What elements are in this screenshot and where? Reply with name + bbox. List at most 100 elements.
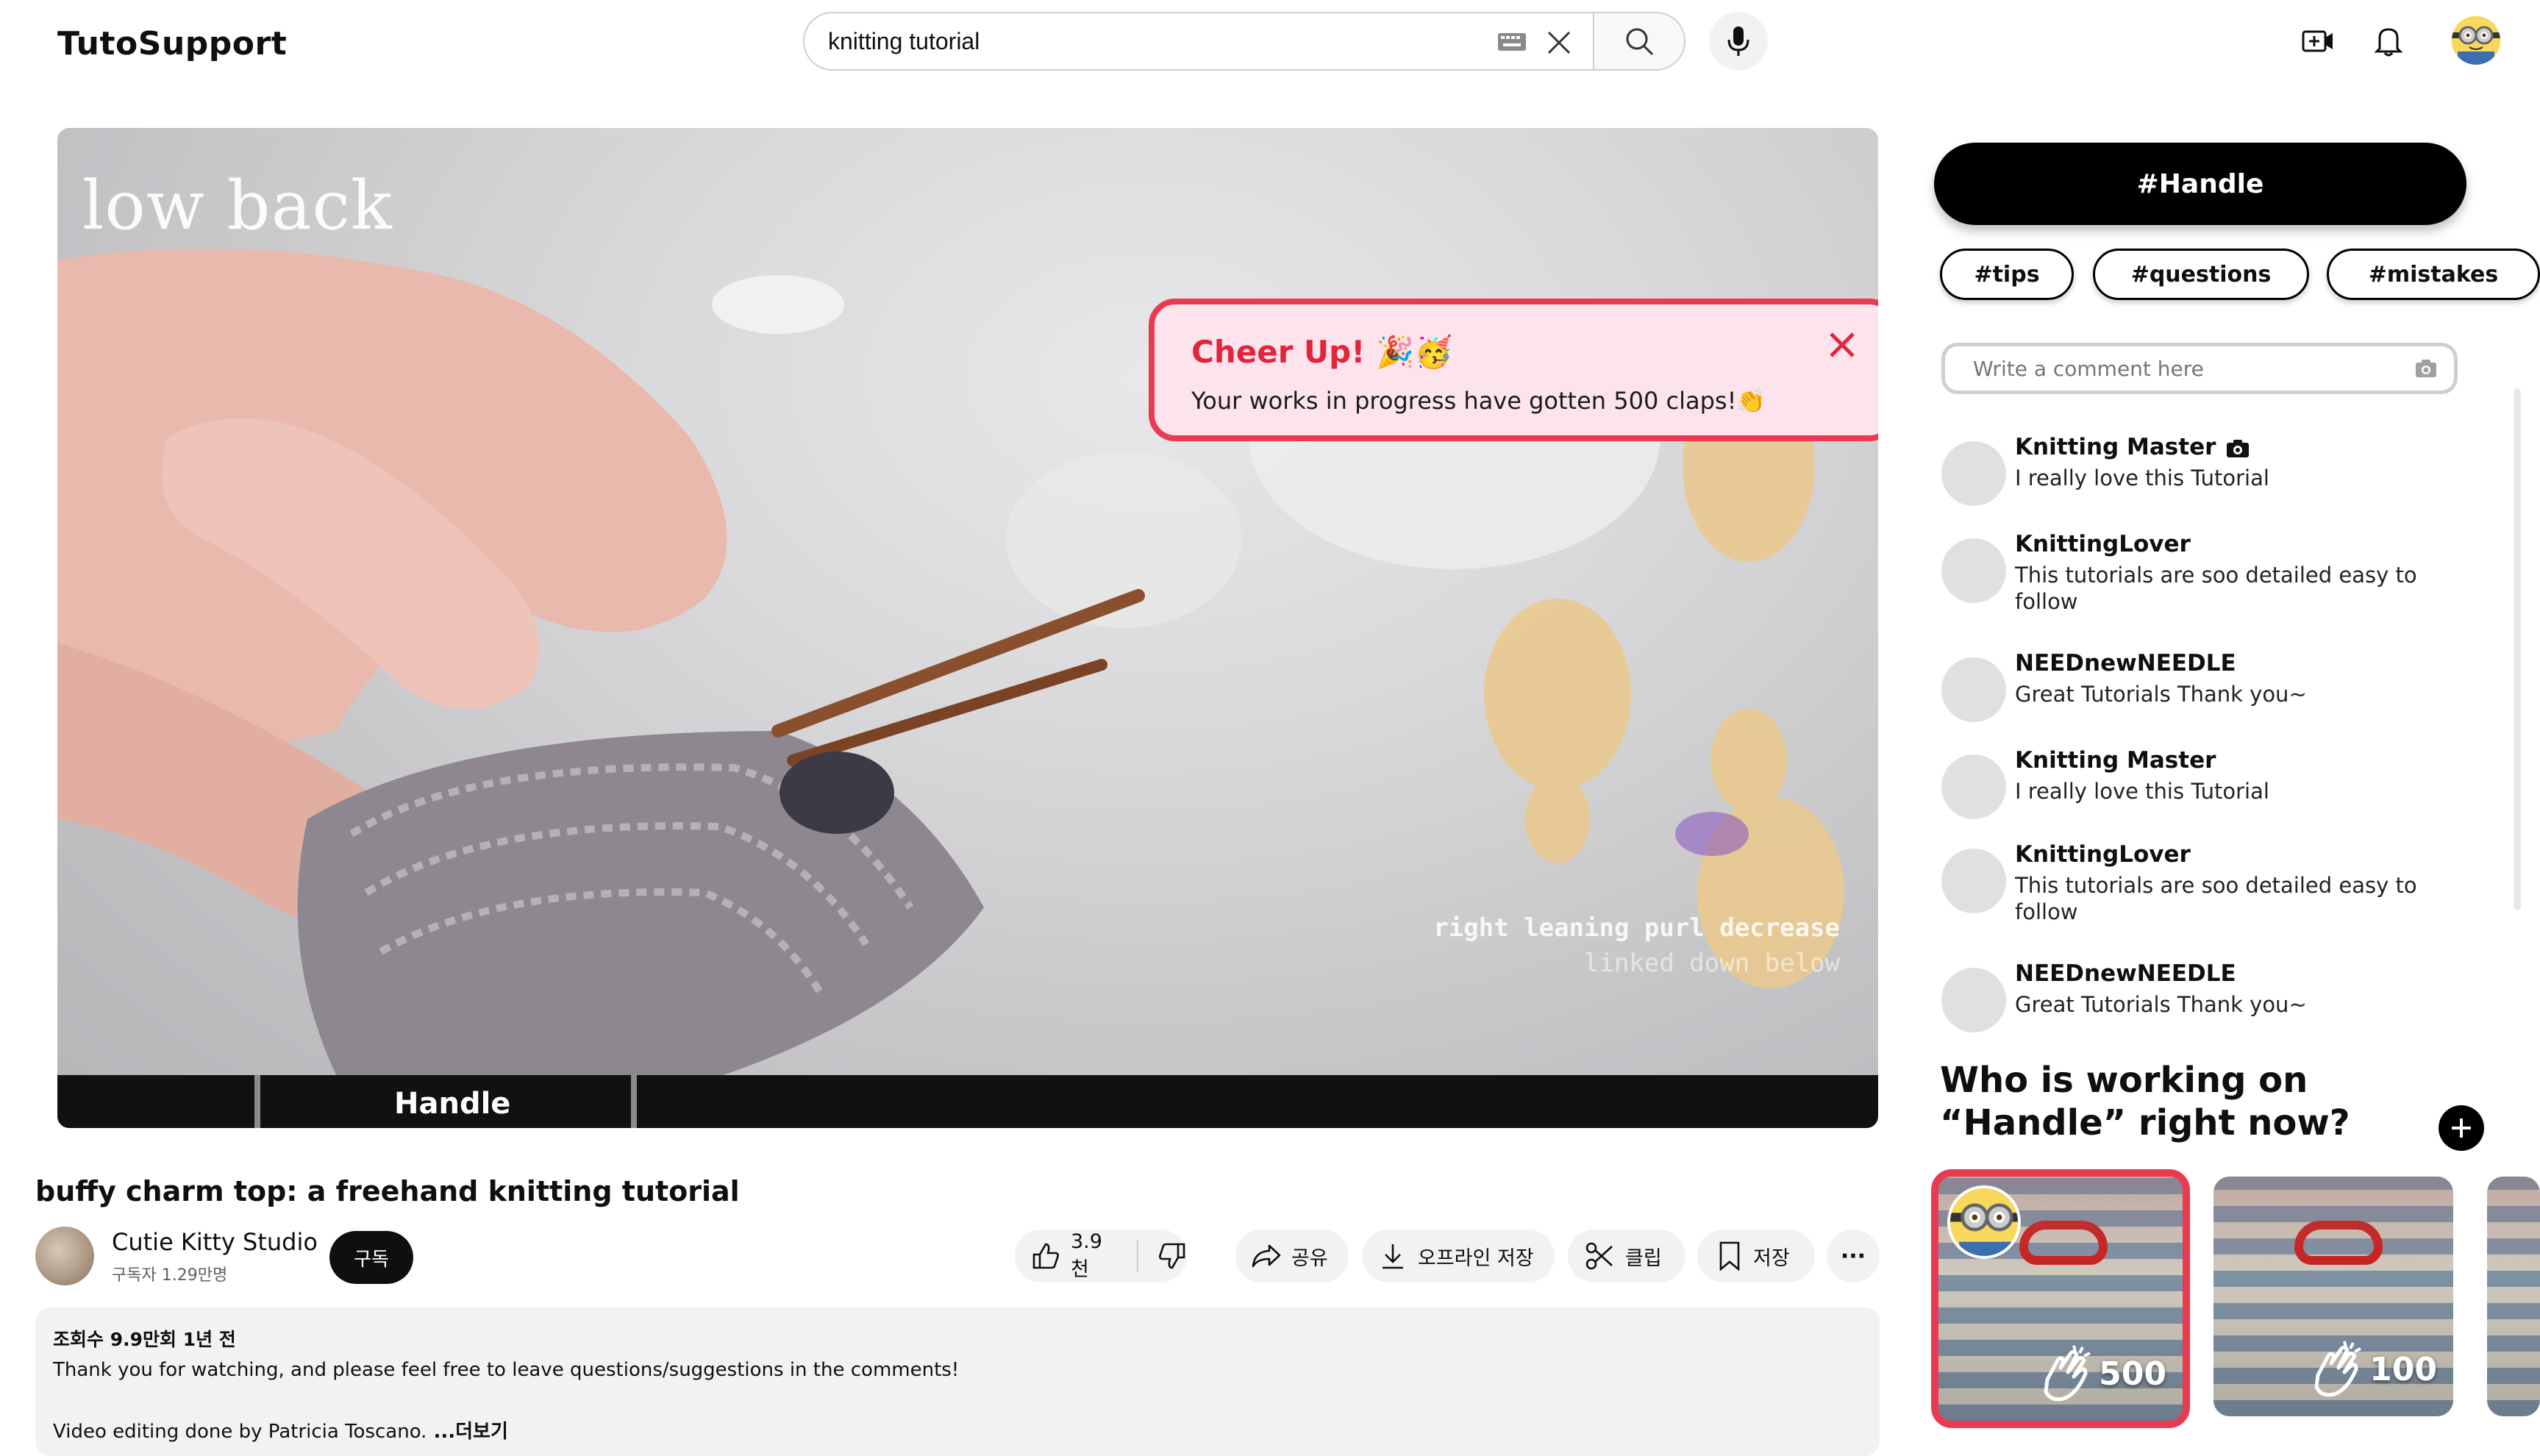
channel-avatar[interactable] — [35, 1227, 94, 1285]
wip-card[interactable]: 100 — [2213, 1177, 2453, 1416]
comment-input-box[interactable] — [1941, 343, 2458, 394]
subscribe-button[interactable]: 구독 — [329, 1231, 413, 1284]
channel-name[interactable]: Cutie Kitty Studio — [112, 1228, 318, 1256]
comments-scrollbar[interactable] — [2514, 388, 2521, 910]
commenter-avatar[interactable] — [1941, 441, 2006, 506]
thumbs-down-icon — [1159, 1243, 1185, 1269]
notifications-button[interactable] — [2368, 21, 2409, 62]
clip-button[interactable]: 클립 — [1568, 1230, 1685, 1282]
wip-card-selected[interactable]: 500 — [1931, 1169, 2190, 1428]
commenter-avatar[interactable] — [1941, 657, 2006, 722]
bookmark-icon — [1719, 1241, 1740, 1271]
clear-search-icon[interactable] — [1543, 26, 1575, 59]
chapter-label: Handle — [394, 1087, 511, 1121]
comment-text: Great Tutorials Thank you~ — [2015, 992, 2307, 1017]
like-dislike-group: 3.9천 — [1015, 1230, 1187, 1282]
comment-text: This tutorials are soo detailed easy to … — [2015, 563, 2417, 614]
description-box[interactable]: 조회수 9.9만회 1년 전 Thank you for watching, a… — [35, 1307, 1880, 1456]
search-box[interactable] — [803, 12, 1593, 71]
working-now-title: Who is working on “Handle” right now? — [1940, 1060, 2350, 1143]
commenter-name-text: Knitting Master — [2015, 434, 2216, 460]
search-button[interactable] — [1593, 12, 1685, 71]
save-label: 저장 — [1753, 1246, 1790, 1270]
tag-tips[interactable]: #tips — [1940, 249, 2074, 300]
commenter-name[interactable]: NEEDnewNEEDLE — [2015, 650, 2236, 677]
thumbs-up-icon — [1032, 1243, 1059, 1269]
comment-text: This tutorials are soo detailed easy to … — [2015, 873, 2417, 924]
chapter-segment-end[interactable] — [631, 1075, 646, 1128]
create-video-button[interactable] — [2297, 21, 2339, 62]
video-caption-line-1: right leaning purl decrease — [1433, 913, 1840, 943]
camera-icon[interactable] — [2414, 358, 2438, 379]
clap-count: 500 — [2033, 1343, 2166, 1405]
video-player[interactable]: low back right leaning purl decrease lin… — [57, 128, 1878, 1128]
more-actions-button[interactable]: ··· — [1827, 1230, 1880, 1282]
video-caption-line-2: linked down below — [1584, 949, 1840, 978]
chapter-bar[interactable]: Handle — [57, 1075, 1878, 1128]
close-icon[interactable] — [1825, 328, 1859, 362]
share-label: 공유 — [1291, 1246, 1328, 1270]
description-line-1: Thank you for watching, and please feel … — [53, 1359, 960, 1381]
description-line-2-text: Video editing done by Patricia Toscano. — [53, 1421, 427, 1443]
comment-item: Knitting Master I really love this Tutor… — [1941, 434, 2471, 515]
comment-item: KnittingLover This tutorials are soo det… — [1941, 841, 2471, 937]
like-count: 3.9천 — [1071, 1230, 1102, 1281]
commenter-avatar[interactable] — [1941, 754, 2006, 819]
search-input[interactable] — [828, 27, 1490, 55]
download-icon — [1383, 1244, 1403, 1269]
comment-item: NEEDnewNEEDLE Great Tutorials Thank you~ — [1941, 650, 2471, 731]
save-button[interactable]: 저장 — [1697, 1230, 1815, 1282]
commenter-name[interactable]: KnittingLover — [2015, 531, 2191, 557]
plus-icon — [2452, 1118, 2471, 1138]
download-button[interactable]: 오프라인 저장 — [1362, 1230, 1555, 1282]
clap-hand-icon — [2314, 1341, 2362, 1397]
comment-item: NEEDnewNEEDLE Great Tutorials Thank you~ — [1941, 960, 2471, 1041]
description-line-2: Video editing done by Patricia Toscano. … — [53, 1416, 1862, 1443]
like-button[interactable]: 3.9천 — [1015, 1230, 1138, 1281]
keyboard-icon[interactable] — [1497, 32, 1527, 51]
commenter-avatar[interactable] — [1941, 968, 2006, 1032]
camera-icon — [2227, 439, 2250, 457]
tag-questions[interactable]: #questions — [2093, 249, 2309, 300]
comment-item: Knitting Master I really love this Tutor… — [1941, 747, 2471, 828]
tag-mistakes[interactable]: #mistakes — [2327, 249, 2540, 300]
add-button[interactable] — [2439, 1105, 2484, 1151]
comment-input[interactable] — [1973, 356, 2400, 381]
microphone-icon — [1727, 26, 1749, 56]
dislike-button[interactable] — [1138, 1241, 1187, 1271]
wip-card-partial[interactable] — [2487, 1177, 2540, 1416]
commenter-avatar[interactable] — [1941, 538, 2006, 603]
share-icon — [1252, 1244, 1281, 1268]
clap-count-value: 500 — [2099, 1355, 2166, 1393]
handle-tag-button[interactable]: #Handle — [1934, 143, 2466, 225]
view-stats: 조회수 9.9만회 1년 전 — [53, 1329, 236, 1350]
comment-text: Great Tutorials Thank you~ — [2015, 682, 2307, 707]
clip-label: 클립 — [1625, 1246, 1662, 1270]
user-avatar[interactable] — [2452, 16, 2500, 65]
scissors-icon — [1585, 1242, 1613, 1270]
share-button[interactable]: 공유 — [1235, 1230, 1349, 1282]
video-add-icon — [2302, 30, 2333, 52]
toast-body: Your works in progress have gotten 500 c… — [1191, 387, 1766, 415]
commenter-name[interactable]: Knitting Master — [2015, 434, 2250, 460]
comment-item: KnittingLover This tutorials are soo det… — [1941, 531, 2471, 627]
comment-text: I really love this Tutorial — [2015, 779, 2269, 804]
download-label: 오프라인 저장 — [1418, 1246, 1534, 1270]
subscriber-count: 구독자 1.29만명 — [112, 1266, 228, 1285]
bell-icon — [2374, 28, 2403, 57]
minion-avatar-icon — [1947, 1185, 2021, 1259]
card-shade — [2487, 1177, 2540, 1416]
commenter-name[interactable]: KnittingLover — [2015, 841, 2191, 868]
voice-search-button[interactable] — [1709, 12, 1768, 71]
clap-count-value: 100 — [2369, 1350, 2437, 1388]
minion-avatar-icon — [2452, 16, 2500, 65]
search-icon — [1626, 28, 1654, 56]
commenter-avatar[interactable] — [1941, 849, 2006, 913]
clap-hand-icon — [2044, 1345, 2091, 1402]
app-logo[interactable]: TutoSupport — [57, 25, 287, 63]
clap-count: 100 — [2303, 1338, 2437, 1400]
video-overlay-title: low back — [82, 166, 393, 245]
commenter-name[interactable]: NEEDnewNEEDLE — [2015, 960, 2236, 987]
commenter-name[interactable]: Knitting Master — [2015, 747, 2216, 774]
show-more-link[interactable]: ...더보기 — [427, 1421, 507, 1443]
